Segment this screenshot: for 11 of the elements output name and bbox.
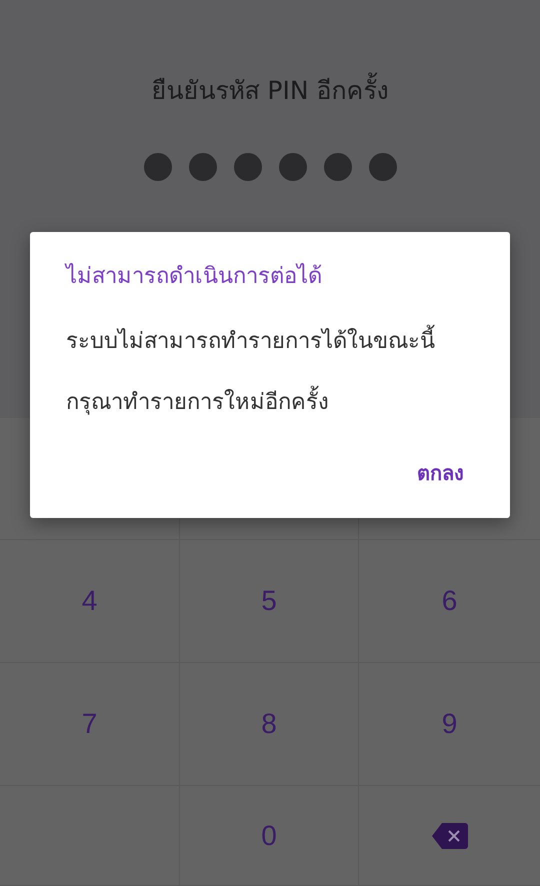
dialog-message: ระบบไม่สามารถทำรายการได้ในขณะนี้ [66,323,474,358]
dialog-message: กรุณาทำรายการใหม่อีกครั้ง [66,384,474,419]
backspace-icon [432,822,468,848]
keypad-key[interactable]: 7 [0,663,180,786]
ok-button[interactable]: ตกลง [405,453,476,493]
pin-title: ยืนยันรหัส PIN อีกครั้ง [151,70,389,110]
keypad-key[interactable]: 8 [180,663,359,786]
keypad-key[interactable]: 4 [0,540,180,663]
dialog-title: ไม่สามารถดำเนินการต่อได้ [66,262,323,291]
keypad-key[interactable]: 0 [180,786,359,886]
keypad-key[interactable]: 5 [180,540,359,663]
